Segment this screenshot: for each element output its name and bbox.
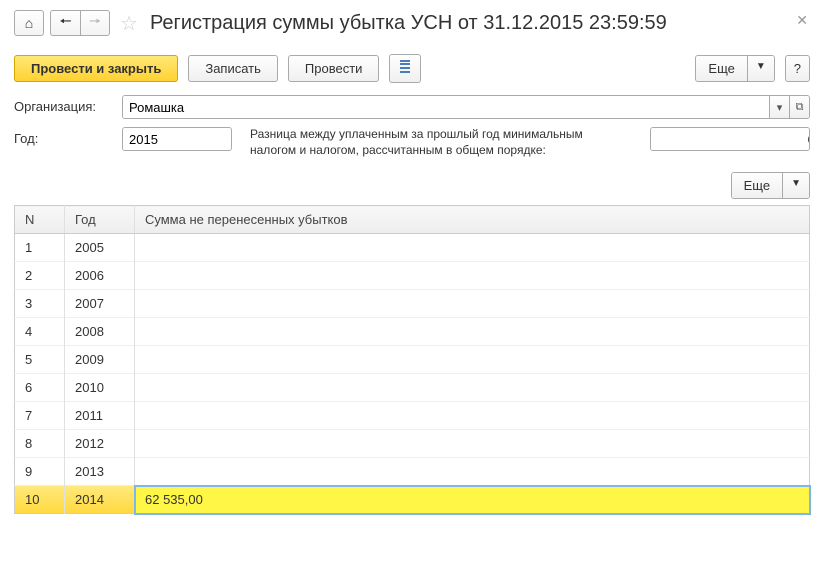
cell-sum[interactable] — [135, 346, 810, 374]
table-row[interactable]: 72011 — [15, 402, 810, 430]
more-menu-button[interactable]: Еще ▼ — [695, 55, 774, 82]
post-button[interactable]: Провести — [288, 55, 380, 82]
cell-sum[interactable] — [135, 290, 810, 318]
cell-year[interactable]: 2011 — [65, 402, 135, 430]
cell-year[interactable]: 2012 — [65, 430, 135, 458]
table-row[interactable]: 52009 — [15, 346, 810, 374]
table-row[interactable]: 12005 — [15, 234, 810, 262]
table-row[interactable]: 32007 — [15, 290, 810, 318]
organization-label: Организация: — [14, 95, 114, 114]
organization-input-group: ▾ ⧉ — [122, 95, 810, 119]
organization-input[interactable] — [123, 96, 769, 118]
chevron-down-icon: ▼ — [747, 56, 774, 81]
cell-n[interactable]: 10 — [15, 486, 65, 514]
cell-year[interactable]: 2013 — [65, 458, 135, 486]
close-icon[interactable]: ✕ — [796, 12, 808, 29]
cell-year[interactable]: 2010 — [65, 374, 135, 402]
cell-year[interactable]: 2007 — [65, 290, 135, 318]
cell-n[interactable]: 7 — [15, 402, 65, 430]
cell-n[interactable]: 4 — [15, 318, 65, 346]
cell-sum[interactable] — [135, 402, 810, 430]
cell-sum[interactable] — [135, 458, 810, 486]
back-button[interactable]: 🠔 — [50, 10, 80, 36]
arrow-left-icon: 🠔 — [59, 11, 71, 35]
losses-table: N Год Сумма не перенесенных убытков 1200… — [14, 205, 810, 514]
year-label: Год: — [14, 127, 114, 146]
report-button[interactable] — [389, 54, 421, 83]
cell-year[interactable]: 2008 — [65, 318, 135, 346]
cell-year[interactable]: 2014 — [65, 486, 135, 514]
cell-sum[interactable] — [135, 374, 810, 402]
cell-sum[interactable] — [135, 262, 810, 290]
table-more-menu-button[interactable]: Еще ▼ — [731, 172, 810, 199]
year-input[interactable] — [123, 128, 232, 150]
table-row[interactable]: 92013 — [15, 458, 810, 486]
cell-sum[interactable]: 62 535,00 — [135, 486, 810, 514]
open-icon[interactable]: ⧉ — [789, 96, 809, 118]
arrow-right-icon: 🠖 — [89, 11, 101, 35]
table-row[interactable]: 62010 — [15, 374, 810, 402]
cell-year[interactable]: 2009 — [65, 346, 135, 374]
diff-label: Разница между уплаченным за прошлый год … — [250, 127, 590, 158]
help-button[interactable]: ? — [785, 55, 810, 82]
table-row[interactable]: 10201462 535,00 — [15, 486, 810, 514]
table-row[interactable]: 82012 — [15, 430, 810, 458]
post-and-close-button[interactable]: Провести и закрыть — [14, 55, 178, 82]
main-toolbar: Провести и закрыть Записать Провести Еще… — [14, 54, 810, 83]
cell-n[interactable]: 8 — [15, 430, 65, 458]
home-button[interactable]: ⌂ — [14, 10, 44, 36]
cell-n[interactable]: 1 — [15, 234, 65, 262]
year-input-group: … — [122, 127, 232, 151]
col-header-year[interactable]: Год — [65, 206, 135, 234]
cell-year[interactable]: 2005 — [65, 234, 135, 262]
page-title: Регистрация суммы убытка УСН от 31.12.20… — [150, 12, 667, 35]
diff-input-group: 🖩 — [650, 127, 810, 151]
topbar: ⌂ 🠔 🠖 ☆ Регистрация суммы убытка УСН от … — [14, 10, 810, 36]
cell-n[interactable]: 6 — [15, 374, 65, 402]
star-icon[interactable]: ☆ — [120, 11, 138, 36]
table-row[interactable]: 42008 — [15, 318, 810, 346]
cell-year[interactable]: 2006 — [65, 262, 135, 290]
chevron-down-icon: ▼ — [782, 173, 809, 198]
home-icon: ⌂ — [25, 15, 33, 31]
cell-n[interactable]: 3 — [15, 290, 65, 318]
table-row[interactable]: 22006 — [15, 262, 810, 290]
col-header-n[interactable]: N — [15, 206, 65, 234]
cell-sum[interactable] — [135, 318, 810, 346]
save-button[interactable]: Записать — [188, 55, 278, 82]
cell-sum[interactable] — [135, 234, 810, 262]
diff-input[interactable] — [651, 128, 810, 150]
col-header-sum[interactable]: Сумма не перенесенных убытков — [135, 206, 810, 234]
cell-n[interactable]: 5 — [15, 346, 65, 374]
dropdown-icon[interactable]: ▾ — [769, 96, 789, 118]
list-icon — [398, 60, 412, 74]
cell-n[interactable]: 9 — [15, 458, 65, 486]
cell-n[interactable]: 2 — [15, 262, 65, 290]
cell-sum[interactable] — [135, 430, 810, 458]
forward-button[interactable]: 🠖 — [80, 10, 110, 36]
